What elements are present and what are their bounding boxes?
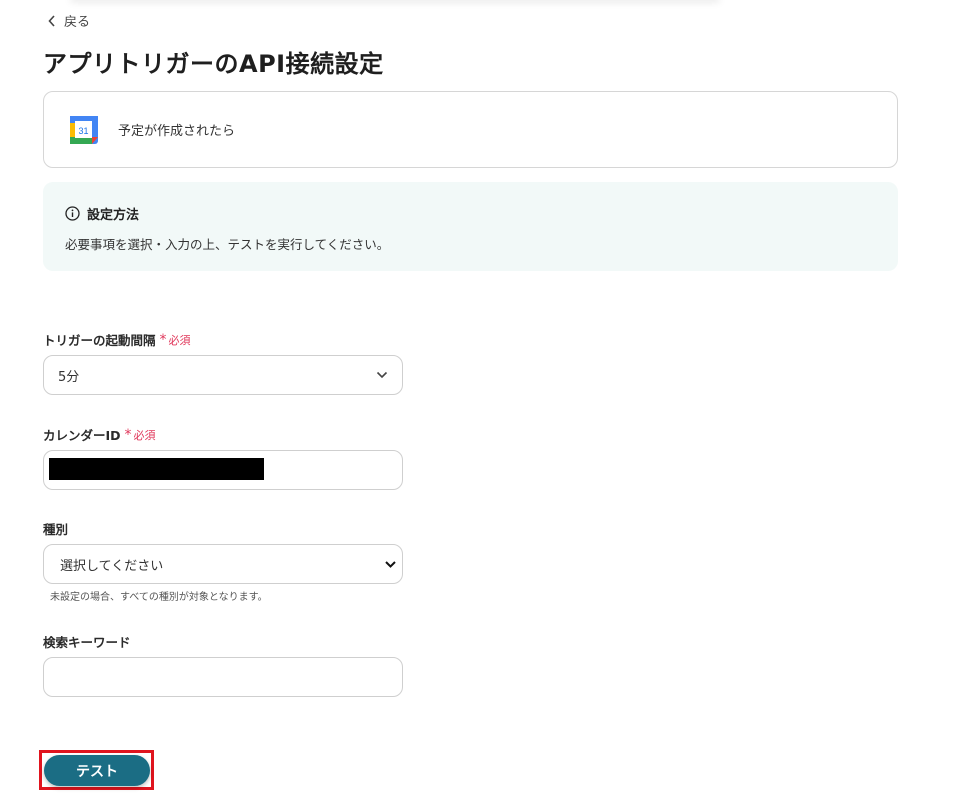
interval-value: 5分	[58, 369, 80, 385]
page-title: アプリトリガーのAPI接続設定	[43, 50, 384, 78]
back-link-label: 戻る	[64, 15, 91, 30]
keyword-label-text: 検索キーワード	[43, 635, 131, 650]
info-icon	[65, 206, 80, 221]
type-label: 種別	[43, 519, 68, 538]
required-badge: * 必須	[160, 332, 191, 348]
info-body: 必要事項を選択・入力の上、テストを実行してください。	[65, 237, 390, 252]
calendar-id-label-text: カレンダーID	[43, 428, 121, 443]
required-text: 必須	[168, 333, 191, 347]
info-box: 設定方法 必要事項を選択・入力の上、テストを実行してください。	[43, 182, 898, 271]
type-label-text: 種別	[43, 522, 69, 537]
interval-select[interactable]: 5分	[43, 355, 403, 395]
interval-label-text: トリガーの起動間隔	[43, 333, 156, 348]
chevron-down-icon	[376, 371, 388, 379]
type-hint: 未設定の場合、すべての種別が対象となります。	[50, 592, 268, 603]
back-link[interactable]: 戻る	[48, 11, 90, 30]
trigger-label: 予定が作成されたら	[118, 124, 236, 139]
required-star: *	[124, 426, 132, 443]
test-button[interactable]: テスト	[44, 755, 150, 786]
chevron-left-icon	[48, 14, 56, 27]
type-select[interactable]: 選択してください	[43, 544, 403, 584]
calendar-id-label: カレンダーID * 必須	[43, 425, 156, 444]
google-calendar-icon: 31	[70, 115, 98, 144]
chevron-down-icon	[385, 560, 396, 568]
required-text: 必須	[133, 428, 156, 442]
redaction-bar	[49, 458, 264, 480]
required-badge: * 必須	[125, 427, 156, 443]
info-heading-text: 設定方法	[87, 208, 140, 223]
info-heading: 設定方法	[65, 204, 898, 223]
keyword-input[interactable]	[43, 657, 403, 697]
required-star: *	[159, 331, 167, 348]
svg-text:31: 31	[78, 126, 88, 136]
trigger-card: 31 予定が作成されたら	[43, 91, 898, 168]
type-placeholder: 選択してください	[60, 558, 164, 574]
keyword-label: 検索キーワード	[43, 632, 131, 651]
interval-label: トリガーの起動間隔 * 必須	[43, 330, 191, 349]
